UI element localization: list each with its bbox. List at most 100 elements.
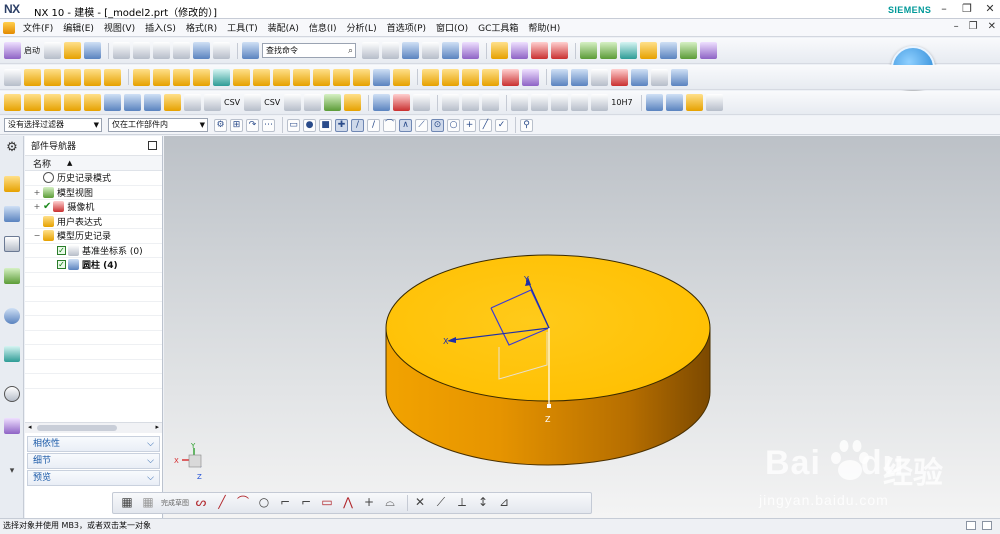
sew-icon[interactable] (651, 68, 668, 86)
details-panel[interactable]: 细节 ⌵ (27, 453, 160, 469)
constraint-icon[interactable]: ⊿ (496, 495, 512, 511)
tree-row[interactable]: ✓ 圆柱 (4) (25, 258, 162, 273)
helix-icon[interactable] (304, 94, 322, 111)
grid-icon[interactable] (551, 94, 569, 111)
view-orientation-icon[interactable] (442, 42, 459, 59)
system-materials-icon[interactable] (4, 418, 20, 434)
point-on-curve-icon[interactable]: ╱ (479, 118, 492, 132)
csv-export-icon[interactable] (244, 94, 262, 111)
chamfer-icon[interactable]: ⌐ (298, 495, 314, 511)
snap-options-icon[interactable]: ⚲ (520, 118, 533, 132)
visibility-checkbox[interactable]: ✓ (57, 245, 66, 255)
preview-panel[interactable]: 预览 ⌵ (27, 470, 160, 486)
ruler-icon[interactable] (551, 42, 568, 59)
profile-icon[interactable]: ᔕ (193, 495, 209, 511)
suppress-icon[interactable] (482, 94, 500, 111)
finish-sketch-label[interactable]: 完成草图 (161, 498, 189, 508)
scope-filter-select[interactable]: 仅在工作部件内 ▼ (108, 118, 208, 132)
constraint-navigator-icon[interactable] (4, 206, 20, 222)
draft-icon[interactable] (293, 68, 310, 86)
rollback-icon[interactable] (462, 94, 480, 111)
tree-row[interactable]: 历史记录模式 (25, 171, 162, 186)
quadrant-snap-icon[interactable]: ○ (447, 118, 460, 132)
endpoint-snap-icon[interactable]: / (351, 118, 364, 132)
extrude-icon[interactable] (24, 68, 41, 86)
edge-blend-icon[interactable] (193, 68, 210, 86)
intersect-icon[interactable] (173, 68, 190, 86)
point-on-face-icon[interactable]: ✓ (495, 118, 508, 132)
sphere-shape-icon[interactable] (344, 94, 362, 111)
mirror-feature-icon[interactable] (253, 68, 270, 86)
thicken-icon[interactable] (353, 68, 370, 86)
menu-window[interactable]: 窗口(O) (431, 21, 473, 34)
tube-icon[interactable] (502, 68, 519, 86)
gear-icon[interactable]: ⚙ (4, 140, 20, 156)
status-window-icon[interactable] (982, 521, 992, 530)
rapid-dimension-icon[interactable]: ↕ (475, 495, 491, 511)
command-finder-icon[interactable] (242, 42, 259, 59)
explode-view-icon[interactable] (680, 42, 697, 59)
start-icon[interactable] (4, 42, 21, 59)
lasso-icon[interactable]: ⋯ (262, 118, 275, 132)
pocket-icon[interactable] (104, 68, 121, 86)
cylinder-shape-icon[interactable] (645, 94, 663, 111)
dependencies-panel[interactable]: 相依性 ⌵ (27, 436, 160, 452)
split-body-icon[interactable] (333, 68, 350, 86)
tree-row[interactable]: + ✔ 摄像机 (25, 200, 162, 215)
dimension-icon[interactable] (531, 42, 548, 59)
trim-body-icon[interactable] (313, 68, 330, 86)
menu-gc-toolkit[interactable]: GC工具箱 (473, 21, 523, 34)
rectangle-icon[interactable]: ▭ (319, 495, 335, 511)
sketch-icon[interactable]: ▦ (119, 495, 135, 511)
datum-csys-icon[interactable] (44, 94, 61, 111)
search-icon[interactable]: ⌕ (348, 45, 353, 58)
clock-icon[interactable] (4, 386, 20, 402)
table-icon[interactable] (531, 94, 549, 111)
existing-point-snap-icon[interactable]: + (463, 118, 476, 132)
menu-assembly[interactable]: 装配(A) (263, 21, 304, 34)
doc-minimize-button[interactable]: – (954, 21, 959, 32)
law-curve-icon[interactable] (324, 94, 342, 111)
rib-icon[interactable] (522, 68, 539, 86)
shell-icon[interactable] (273, 68, 290, 86)
tangent-snap-icon[interactable]: ⟋ (415, 118, 428, 132)
sphere-select-icon[interactable]: ● (303, 118, 316, 132)
triangle-icon[interactable] (511, 94, 529, 111)
tree-row[interactable]: − 模型历史记录 (25, 229, 162, 244)
datum-plane-icon[interactable] (4, 94, 21, 111)
menu-format[interactable]: 格式(R) (181, 21, 222, 34)
cut-icon[interactable] (113, 42, 130, 59)
restore-button[interactable]: ❐ (961, 2, 973, 15)
dimension-linear-icon[interactable] (591, 94, 609, 111)
project-curve-icon[interactable] (124, 94, 141, 111)
section-view-icon[interactable] (511, 42, 528, 59)
menu-help[interactable]: 帮助(H) (523, 21, 565, 34)
new-file-icon[interactable] (44, 42, 61, 59)
shaded-display-icon[interactable] (402, 42, 419, 59)
menu-analysis[interactable]: 分析(L) (342, 21, 382, 34)
quick-trim-icon[interactable]: ✕ (412, 495, 428, 511)
pen-icon[interactable] (665, 94, 683, 111)
edit-feature-icon[interactable] (442, 94, 460, 111)
midpoint-snap-icon[interactable]: / (367, 118, 380, 132)
scroll-right-icon[interactable]: ▸ (155, 423, 159, 431)
name-column-header[interactable]: 名称 ▲ (25, 156, 162, 171)
graphics-window[interactable]: Y X Z Y X Z Bai du 经验 jingyan.baidu.com (164, 136, 1000, 518)
tolerance-label[interactable]: 10H7 (611, 98, 632, 107)
menu-insert[interactable]: 插入(S) (140, 21, 181, 34)
point-icon[interactable] (64, 94, 81, 111)
doc-close-button[interactable]: ✕ (988, 21, 996, 32)
replace-face-icon[interactable] (393, 68, 410, 86)
surface-analysis-icon[interactable] (373, 94, 391, 111)
view-triad[interactable]: Y X Z (174, 442, 202, 481)
delete-icon[interactable] (173, 42, 190, 59)
menu-information[interactable]: 信息(I) (304, 21, 342, 34)
navigator-horizontal-scrollbar[interactable]: ◂ ▸ (25, 422, 162, 433)
section-curve-icon[interactable] (164, 94, 181, 111)
open-folder-icon[interactable] (64, 42, 81, 59)
expand-icon[interactable]: + (33, 202, 41, 211)
bounded-plane-icon[interactable] (631, 68, 648, 86)
tree-row[interactable]: ✓ 基准坐标系 (0) (25, 244, 162, 258)
make-corner-icon[interactable]: ⟂ (454, 495, 470, 511)
studio-spline-icon[interactable]: ⌓ (382, 495, 398, 511)
